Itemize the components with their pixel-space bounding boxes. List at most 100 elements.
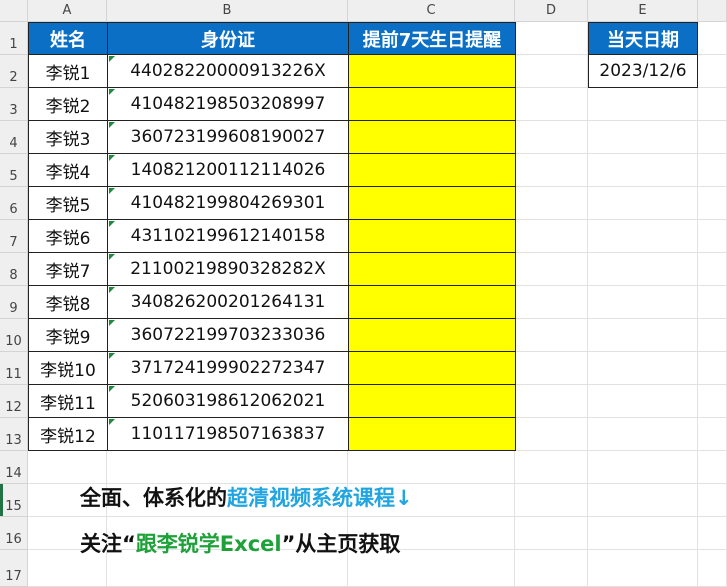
- row-header-1[interactable]: 1: [0, 22, 28, 55]
- id-value: 410482199804269301: [130, 193, 326, 213]
- id-value: 520603198612062021: [130, 391, 326, 411]
- select-all-corner[interactable]: [0, 0, 28, 22]
- name-cell[interactable]: 李锐6: [28, 219, 108, 253]
- name-cell[interactable]: 李锐3: [28, 120, 108, 154]
- id-cell[interactable]: 140821200112114026: [107, 153, 349, 187]
- row-header-4[interactable]: 4: [0, 121, 28, 154]
- row-header-5[interactable]: 5: [0, 154, 28, 187]
- row-15-selection-marker: [0, 484, 3, 516]
- id-cell[interactable]: 340826200201264131: [107, 285, 349, 319]
- header-reminder-cell[interactable]: 提前7天生日提醒: [348, 22, 516, 55]
- reminder-cell[interactable]: [348, 120, 516, 154]
- name-cell[interactable]: 李锐2: [28, 87, 108, 121]
- number-as-text-warning-icon[interactable]: [109, 188, 115, 194]
- number-as-text-warning-icon[interactable]: [109, 254, 115, 260]
- name-cell[interactable]: 李锐12: [28, 417, 108, 451]
- id-value: 21100219890328282X: [130, 259, 326, 279]
- gridline-horizontal: [28, 516, 727, 517]
- id-cell[interactable]: 21100219890328282X: [107, 252, 349, 286]
- row-header-2[interactable]: 2: [0, 55, 28, 88]
- id-cell[interactable]: 410482198503208997: [107, 87, 349, 121]
- reminder-cell[interactable]: [348, 219, 516, 253]
- row-header-7[interactable]: 7: [0, 220, 28, 253]
- reminder-cell[interactable]: [348, 87, 516, 121]
- today-value-cell[interactable]: 2023/12/6: [588, 54, 698, 88]
- id-cell[interactable]: 110117198507163837: [107, 417, 349, 451]
- row-header-8[interactable]: 8: [0, 253, 28, 286]
- number-as-text-warning-icon[interactable]: [109, 89, 115, 95]
- row-header-3[interactable]: 3: [0, 88, 28, 121]
- id-cell[interactable]: 520603198612062021: [107, 384, 349, 418]
- gridline-vertical: [587, 22, 588, 587]
- reminder-cell[interactable]: [348, 351, 516, 385]
- name-cell[interactable]: 李锐8: [28, 285, 108, 319]
- name-cell[interactable]: 李锐9: [28, 318, 108, 352]
- number-as-text-warning-icon[interactable]: [109, 56, 115, 62]
- spreadsheet-grid: ABCDE 1 2 3 4 5 6 7 8 9 10 11 12 13 14 15 16 17 姓名 身份证 提…: [0, 0, 727, 587]
- name-cell[interactable]: 李锐7: [28, 252, 108, 286]
- id-value: 44028220000913226X: [130, 61, 326, 81]
- row-header-13[interactable]: 13: [0, 418, 28, 451]
- name-cell[interactable]: 李锐1: [28, 54, 108, 88]
- promo-line-2-suffix: ”从主页获取: [281, 532, 401, 556]
- reminder-cell[interactable]: [348, 153, 516, 187]
- promo-line-1-prefix: 全面、体系化的: [80, 486, 227, 510]
- row-header-16[interactable]: 16: [0, 517, 28, 550]
- column-header-e[interactable]: E: [588, 0, 698, 22]
- number-as-text-warning-icon[interactable]: [109, 287, 115, 293]
- reminder-cell[interactable]: [348, 186, 516, 220]
- id-value: 360723199608190027: [130, 127, 326, 147]
- row-header-11[interactable]: 11: [0, 352, 28, 385]
- number-as-text-warning-icon[interactable]: [109, 122, 115, 128]
- reminder-cell[interactable]: [348, 285, 516, 319]
- id-cell[interactable]: 360723199608190027: [107, 120, 349, 154]
- number-as-text-warning-icon[interactable]: [109, 320, 115, 326]
- promo-line-2-prefix: 关注“: [80, 532, 136, 556]
- name-cell[interactable]: 李锐4: [28, 153, 108, 187]
- row-header-10[interactable]: 10: [0, 319, 28, 352]
- id-value: 340826200201264131: [130, 292, 326, 312]
- row-header-17[interactable]: 17: [0, 550, 28, 587]
- column-header-a[interactable]: A: [28, 0, 107, 22]
- id-value: 140821200112114026: [130, 160, 326, 180]
- id-cell[interactable]: 360722199703233036: [107, 318, 349, 352]
- column-header-blank[interactable]: [698, 0, 727, 22]
- id-cell[interactable]: 431102199612140158: [107, 219, 349, 253]
- name-cell[interactable]: 李锐10: [28, 351, 108, 385]
- id-cell[interactable]: 371724199902272347: [107, 351, 349, 385]
- id-value: 371724199902272347: [130, 358, 326, 378]
- number-as-text-warning-icon[interactable]: [109, 155, 115, 161]
- reminder-cell[interactable]: [348, 417, 516, 451]
- number-as-text-warning-icon[interactable]: [109, 419, 115, 425]
- number-as-text-warning-icon[interactable]: [109, 386, 115, 392]
- id-cell[interactable]: 410482199804269301: [107, 186, 349, 220]
- reminder-cell[interactable]: [348, 384, 516, 418]
- row-header-9[interactable]: 9: [0, 286, 28, 319]
- promo-line-2: 关注“跟李锐学Excel”从主页获取: [80, 528, 400, 558]
- number-as-text-warning-icon[interactable]: [109, 353, 115, 359]
- reminder-cell[interactable]: [348, 252, 516, 286]
- column-header-d[interactable]: D: [515, 0, 588, 22]
- row-header-6[interactable]: 6: [0, 187, 28, 220]
- reminder-cell[interactable]: [348, 318, 516, 352]
- reminder-cell[interactable]: [348, 54, 516, 88]
- name-cell[interactable]: 李锐11: [28, 384, 108, 418]
- id-value: 360722199703233036: [130, 325, 326, 345]
- promo-line-1: 全面、体系化的超清视频系统课程↓: [80, 482, 413, 512]
- column-header-b[interactable]: B: [107, 0, 348, 22]
- row-header-12[interactable]: 12: [0, 385, 28, 418]
- promo-line-2-highlight: 跟李锐学Excel: [135, 532, 282, 556]
- today-label-cell[interactable]: 当天日期: [588, 22, 698, 55]
- name-cell[interactable]: 李锐5: [28, 186, 108, 220]
- number-as-text-warning-icon[interactable]: [109, 221, 115, 227]
- header-name-cell[interactable]: 姓名: [28, 22, 108, 55]
- gridline-vertical: [697, 22, 698, 587]
- id-value: 431102199612140158: [130, 226, 326, 246]
- id-cell[interactable]: 44028220000913226X: [107, 54, 349, 88]
- column-header-c[interactable]: C: [348, 0, 515, 22]
- id-value: 110117198507163837: [130, 424, 326, 444]
- row-header-15[interactable]: 15: [0, 484, 28, 517]
- id-value: 410482198503208997: [130, 94, 326, 114]
- header-id-cell[interactable]: 身份证: [107, 22, 349, 55]
- row-header-14[interactable]: 14: [0, 451, 28, 484]
